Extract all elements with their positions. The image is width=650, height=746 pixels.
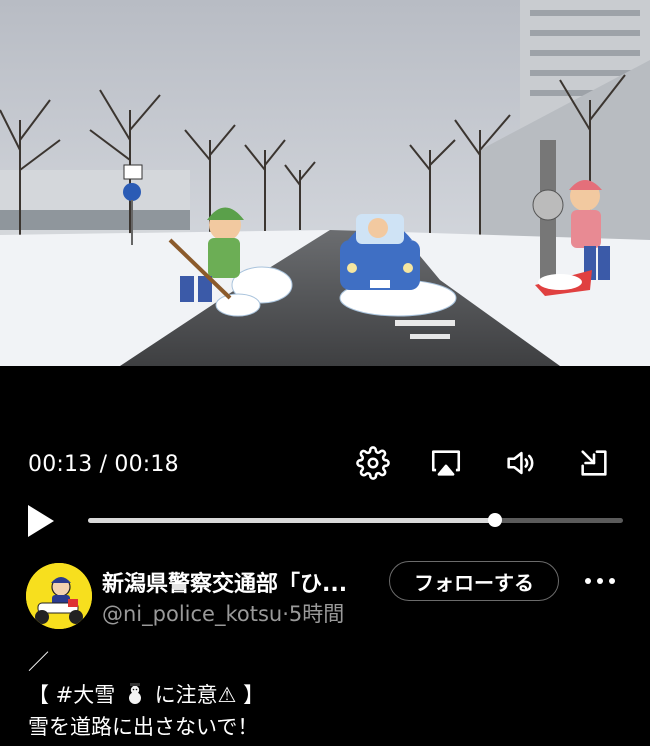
avatar[interactable] bbox=[26, 563, 92, 629]
author-name[interactable]: 新潟県警察交通部「ひ... bbox=[102, 566, 347, 598]
time-separator: / bbox=[92, 452, 115, 477]
time-display: 00:13 / 00:18 bbox=[28, 452, 179, 477]
progress-bar[interactable] bbox=[88, 513, 623, 527]
progress-fill bbox=[88, 518, 495, 523]
author-handle[interactable]: @ni_police_kotsu bbox=[102, 602, 282, 626]
hashtag-line-close: 】 bbox=[236, 683, 265, 707]
snowman-icon bbox=[128, 683, 141, 704]
progress-thumb[interactable] bbox=[487, 513, 502, 527]
warning-icon: ⚠ bbox=[217, 683, 237, 707]
more-options-icon[interactable] bbox=[582, 566, 618, 596]
post-text-line-2: 【 #大雪 に注意⚠ 】 bbox=[28, 679, 264, 709]
hashtag-line-mid: に注意 bbox=[147, 683, 218, 707]
follow-button[interactable]: フォローする bbox=[389, 561, 559, 601]
airplay-icon[interactable] bbox=[429, 446, 463, 480]
post-time: 5時間 bbox=[288, 602, 345, 626]
gear-icon[interactable] bbox=[356, 446, 390, 480]
exit-fullscreen-icon[interactable] bbox=[577, 446, 611, 480]
post-text-line-1: ／ bbox=[28, 650, 49, 674]
player-controls: 00:13 / 00:18 bbox=[0, 366, 650, 546]
meta-dot: · bbox=[282, 602, 289, 626]
post: 新潟県警察交通部「ひ... @ni_police_kotsu·5時間 フォローす… bbox=[0, 546, 650, 746]
hashtag-line-open: 【 #大雪 bbox=[28, 683, 122, 707]
post-text-line-3: 雪を道路に出さないで！ bbox=[28, 715, 259, 739]
time-total: 00:18 bbox=[114, 452, 179, 477]
snow-road-illustration bbox=[0, 0, 650, 366]
volume-icon[interactable] bbox=[503, 446, 537, 480]
author-meta: @ni_police_kotsu·5時間 bbox=[102, 598, 344, 628]
play-icon[interactable] bbox=[26, 504, 56, 538]
video-frame[interactable] bbox=[0, 0, 650, 366]
time-current: 00:13 bbox=[28, 452, 93, 477]
